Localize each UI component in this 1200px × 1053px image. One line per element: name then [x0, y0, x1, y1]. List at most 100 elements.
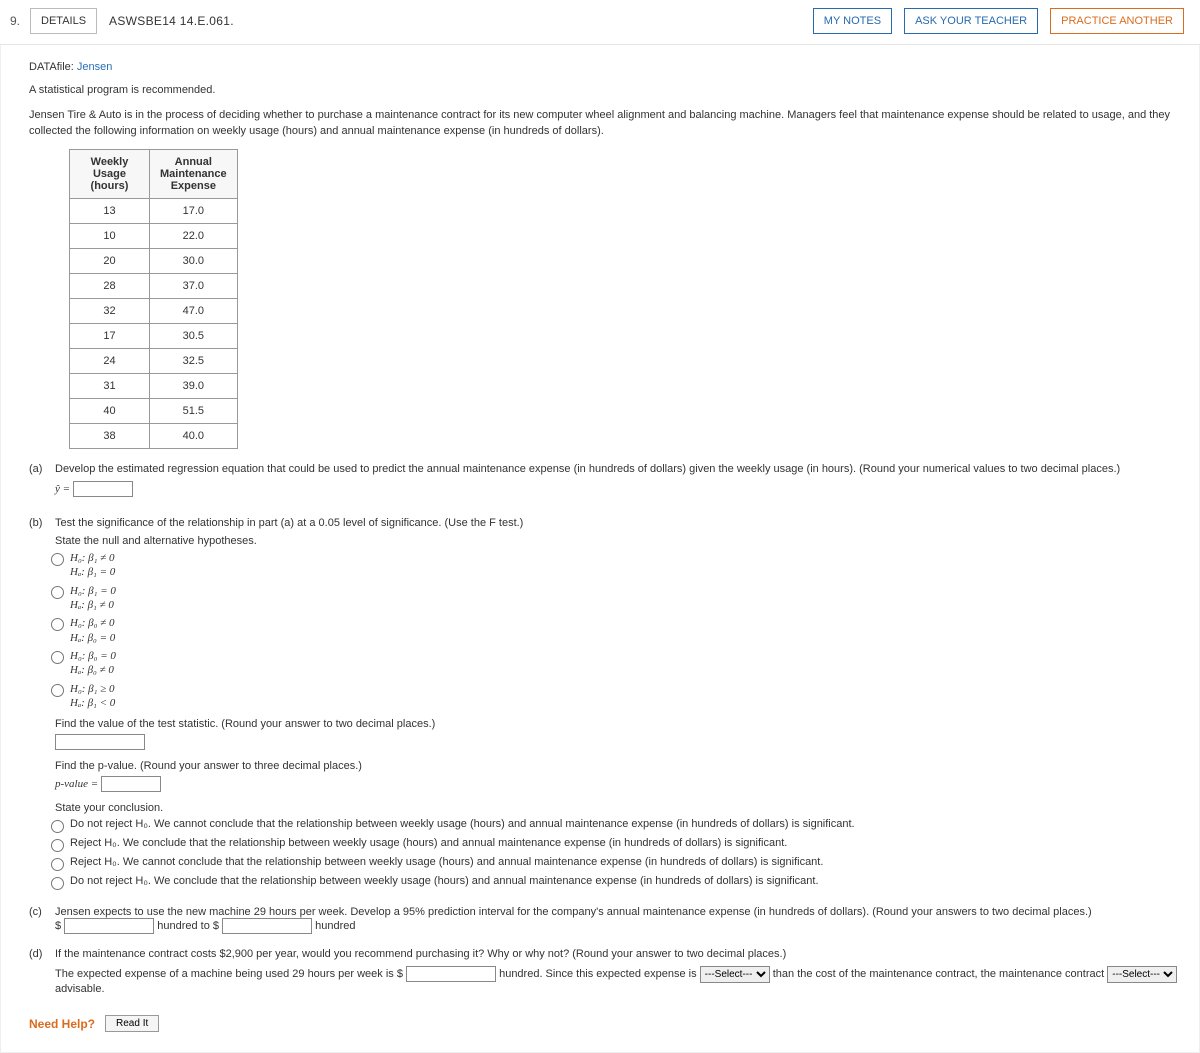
conclusion-text: Do not reject H₀. We conclude that the r…	[70, 875, 819, 887]
cell-expense: 32.5	[150, 349, 238, 374]
conclusion-label: State your conclusion.	[55, 802, 1179, 814]
hypothesis-options: H₀: β₁ ≠ 0Hₐ: β₁ = 0 H₀: β₁ = 0Hₐ: β₁ ≠ 0…	[51, 551, 1179, 710]
interval-low-input[interactable]	[64, 918, 154, 934]
source-id: ASWSBE14 14.E.061.	[109, 14, 234, 28]
pvalue-input[interactable]	[101, 776, 161, 792]
hypothesis-option: H₀: β₁ ≥ 0Hₐ: β₁ < 0	[51, 682, 1179, 711]
part-a-text: Develop the estimated regression equatio…	[55, 463, 1179, 475]
cell-usage: 38	[70, 424, 150, 449]
part-b-letter: (b)	[29, 517, 55, 529]
my-notes-button[interactable]: MY NOTES	[813, 8, 892, 34]
cell-usage: 31	[70, 374, 150, 399]
cell-usage: 40	[70, 399, 150, 424]
part-a-letter: (a)	[29, 463, 55, 475]
teststat-prompt: Find the value of the test statistic. (R…	[55, 718, 1179, 730]
cell-expense: 39.0	[150, 374, 238, 399]
hypothesis-text: H₀: β₁ ≥ 0Hₐ: β₁ < 0	[70, 682, 115, 711]
data-table: Weekly Usage (hours) Annual Maintenance …	[69, 149, 238, 449]
ask-teacher-button[interactable]: ASK YOUR TEACHER	[904, 8, 1038, 34]
conclusion-text: Reject H₀. We cannot conclude that the r…	[70, 856, 823, 868]
yhat-input[interactable]	[73, 481, 133, 497]
hypothesis-text: H₀: β₁ = 0Hₐ: β₁ ≠ 0	[70, 584, 116, 613]
conclusion-radio[interactable]	[51, 858, 64, 871]
d-line-b: hundred. Since this expected expense is	[499, 968, 697, 980]
conclusion-option: Do not reject H₀. We cannot conclude tha…	[51, 818, 1179, 833]
conclusion-text: Do not reject H₀. We cannot conclude tha…	[70, 818, 855, 830]
col-expense: Annual Maintenance Expense	[150, 150, 238, 199]
d-line-d: advisable.	[55, 983, 105, 995]
read-it-button[interactable]: Read It	[105, 1015, 159, 1032]
details-button[interactable]: DETAILS	[30, 8, 97, 34]
datafile-label: DATAfile:	[29, 61, 74, 73]
teststat-input[interactable]	[55, 734, 145, 750]
practice-another-button[interactable]: PRACTICE ANOTHER	[1050, 8, 1184, 34]
conclusion-option: Do not reject H₀. We conclude that the r…	[51, 875, 1179, 890]
table-row: 2432.5	[70, 349, 238, 374]
conclusion-text: Reject H₀. We conclude that the relation…	[70, 837, 787, 849]
hypothesis-option: H₀: β₁ = 0Hₐ: β₁ ≠ 0	[51, 584, 1179, 613]
hypothesis-radio[interactable]	[51, 618, 64, 631]
hypothesis-option: H₀: β₁ ≠ 0Hₐ: β₁ = 0	[51, 551, 1179, 580]
conclusion-radio[interactable]	[51, 839, 64, 852]
dollar-1: $	[55, 920, 61, 932]
conclusion-options: Do not reject H₀. We cannot conclude tha…	[51, 818, 1179, 890]
interval-high-input[interactable]	[222, 918, 312, 934]
part-d-text: If the maintenance contract costs $2,900…	[55, 948, 1179, 960]
cell-expense: 22.0	[150, 224, 238, 249]
table-row: 3840.0	[70, 424, 238, 449]
need-help-label: Need Help?	[29, 1017, 95, 1031]
table-row: 3139.0	[70, 374, 238, 399]
cell-usage: 20	[70, 249, 150, 274]
datafile-link[interactable]: Jensen	[77, 61, 112, 73]
cell-expense: 40.0	[150, 424, 238, 449]
pvalue-label: p-value =	[55, 778, 98, 790]
col-usage: Weekly Usage (hours)	[70, 150, 150, 199]
part-c-letter: (c)	[29, 906, 55, 934]
table-row: 1317.0	[70, 199, 238, 224]
advisable-select[interactable]: ---Select---	[1107, 966, 1177, 983]
hypothesis-option: H₀: β₀ = 0Hₐ: β₀ ≠ 0	[51, 649, 1179, 678]
compare-select[interactable]: ---Select---	[700, 966, 770, 983]
table-row: 2030.0	[70, 249, 238, 274]
conclusion-option: Reject H₀. We cannot conclude that the r…	[51, 856, 1179, 871]
state-hyp-text: State the null and alternative hypothese…	[55, 535, 1179, 547]
recommendation-text: A statistical program is recommended.	[29, 83, 1179, 98]
cell-expense: 47.0	[150, 299, 238, 324]
cell-expense: 37.0	[150, 274, 238, 299]
hypothesis-radio[interactable]	[51, 586, 64, 599]
hypothesis-radio[interactable]	[51, 684, 64, 697]
cell-expense: 51.5	[150, 399, 238, 424]
cell-expense: 30.5	[150, 324, 238, 349]
conclusion-radio[interactable]	[51, 877, 64, 890]
hypothesis-radio[interactable]	[51, 651, 64, 664]
cell-expense: 17.0	[150, 199, 238, 224]
cell-usage: 28	[70, 274, 150, 299]
table-row: 1022.0	[70, 224, 238, 249]
expected-expense-input[interactable]	[406, 966, 496, 982]
table-row: 2837.0	[70, 274, 238, 299]
d-line-c: than the cost of the maintenance contrac…	[773, 968, 1104, 980]
d-line-a: The expected expense of a machine being …	[55, 968, 403, 980]
cell-usage: 17	[70, 324, 150, 349]
to-text: hundred to $	[157, 920, 219, 932]
pvalue-prompt: Find the p-value. (Round your answer to …	[55, 760, 1179, 772]
table-row: 3247.0	[70, 299, 238, 324]
conclusion-radio[interactable]	[51, 820, 64, 833]
cell-usage: 10	[70, 224, 150, 249]
conclusion-option: Reject H₀. We conclude that the relation…	[51, 837, 1179, 852]
cell-expense: 30.0	[150, 249, 238, 274]
table-row: 4051.5	[70, 399, 238, 424]
cell-usage: 24	[70, 349, 150, 374]
hypothesis-option: H₀: β₀ ≠ 0Hₐ: β₀ = 0	[51, 616, 1179, 645]
hypothesis-radio[interactable]	[51, 553, 64, 566]
part-b-text: Test the significance of the relationshi…	[55, 517, 1179, 529]
hundred-text: hundred	[315, 920, 355, 932]
hypothesis-text: H₀: β₀ ≠ 0Hₐ: β₀ = 0	[70, 616, 115, 645]
problem-prompt: Jensen Tire & Auto is in the process of …	[29, 108, 1179, 139]
hypothesis-text: H₀: β₁ ≠ 0Hₐ: β₁ = 0	[70, 551, 115, 580]
question-number: 9.	[10, 14, 20, 28]
part-c-text: Jensen expects to use the new machine 29…	[55, 906, 1092, 918]
part-d-letter: (d)	[29, 948, 55, 995]
yhat-label: ŷ =	[55, 483, 70, 495]
table-row: 1730.5	[70, 324, 238, 349]
